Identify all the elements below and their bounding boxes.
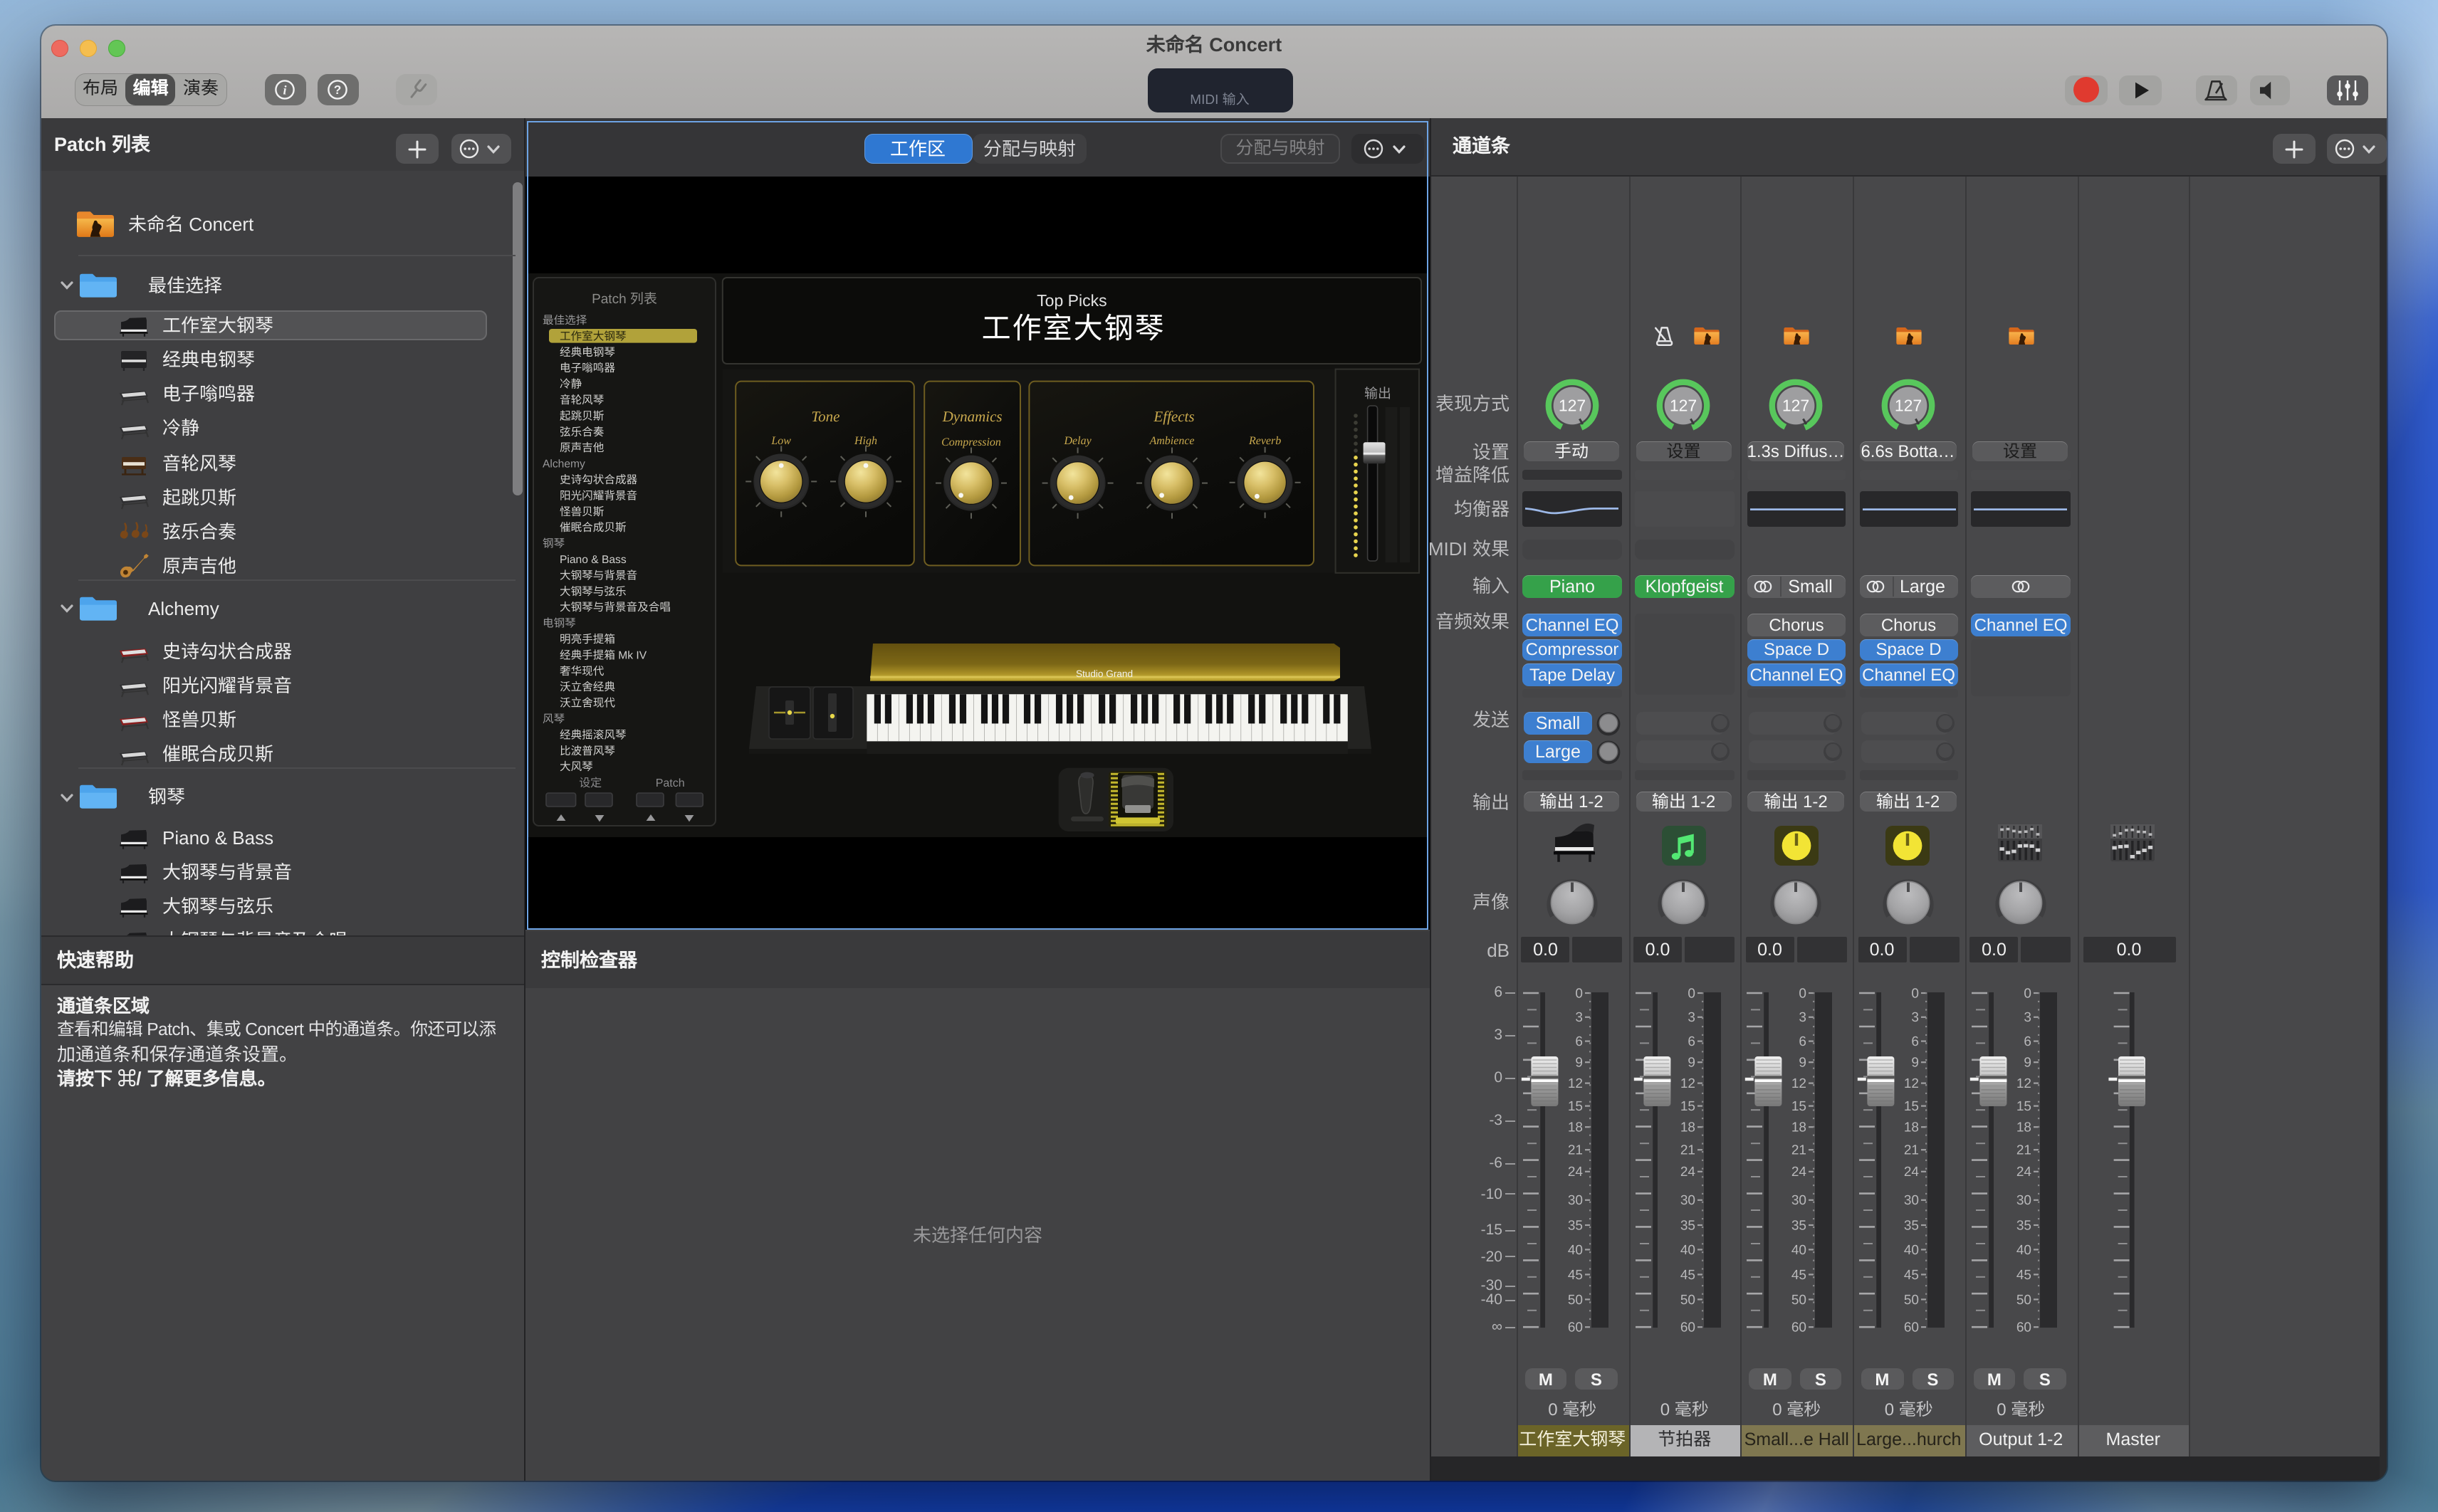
svg-text:60: 60 [2016, 1321, 2031, 1336]
svg-text:3: 3 [1799, 1010, 1807, 1026]
svg-text:i: i [283, 83, 288, 97]
svg-text:24: 24 [2016, 1165, 2031, 1180]
svg-text:35: 35 [1567, 1218, 1582, 1234]
svg-text:12: 12 [1680, 1076, 1695, 1092]
svg-text:21: 21 [1680, 1143, 1695, 1159]
svg-text:40: 40 [1680, 1243, 1695, 1259]
svg-text:24: 24 [1904, 1165, 1919, 1180]
svg-text:3: 3 [1575, 1010, 1583, 1026]
svg-text:15: 15 [1567, 1099, 1582, 1115]
svg-text:9: 9 [2024, 1056, 2031, 1071]
svg-text:9: 9 [1575, 1056, 1583, 1071]
svg-text:45: 45 [1791, 1268, 1806, 1283]
svg-text:60: 60 [1567, 1321, 1582, 1336]
svg-text:18: 18 [1904, 1120, 1919, 1136]
svg-text:127: 127 [1782, 398, 1809, 415]
svg-text:30: 30 [1904, 1193, 1919, 1209]
svg-text:35: 35 [2016, 1218, 2031, 1234]
svg-text:3: 3 [2024, 1010, 2031, 1026]
svg-text:9: 9 [1799, 1056, 1807, 1071]
svg-text:21: 21 [1567, 1143, 1582, 1159]
svg-text:60: 60 [1904, 1321, 1919, 1336]
svg-text:30: 30 [1567, 1193, 1582, 1209]
svg-text:35: 35 [1680, 1218, 1695, 1234]
svg-text:6: 6 [1799, 1034, 1807, 1050]
svg-text:21: 21 [1791, 1143, 1806, 1159]
svg-text:50: 50 [1567, 1293, 1582, 1308]
svg-text:6: 6 [1687, 1034, 1695, 1050]
svg-text:50: 50 [1904, 1293, 1919, 1308]
svg-text:40: 40 [1904, 1243, 1919, 1259]
svg-text:6: 6 [1911, 1034, 1919, 1050]
svg-text:0: 0 [1799, 986, 1807, 1002]
svg-text:24: 24 [1791, 1165, 1806, 1180]
svg-text:18: 18 [1791, 1120, 1806, 1136]
svg-text:0: 0 [2024, 986, 2031, 1002]
svg-text:50: 50 [1791, 1293, 1806, 1308]
svg-text:60: 60 [1680, 1321, 1695, 1336]
svg-text:50: 50 [1680, 1293, 1695, 1308]
svg-text:6: 6 [2024, 1034, 2031, 1050]
svg-text:40: 40 [1567, 1243, 1582, 1259]
svg-text:21: 21 [2016, 1143, 2031, 1159]
svg-text:45: 45 [1567, 1268, 1582, 1283]
svg-text:24: 24 [1680, 1165, 1695, 1180]
svg-text:0: 0 [1575, 986, 1583, 1002]
svg-text:15: 15 [1791, 1099, 1806, 1115]
svg-text:15: 15 [1680, 1099, 1695, 1115]
svg-text:30: 30 [1791, 1193, 1806, 1209]
svg-text:12: 12 [1904, 1076, 1919, 1092]
svg-text:127: 127 [1670, 398, 1697, 415]
svg-text:127: 127 [1895, 398, 1922, 415]
svg-text:9: 9 [1687, 1056, 1695, 1071]
svg-text:0: 0 [1687, 986, 1695, 1002]
svg-text:9: 9 [1911, 1056, 1919, 1071]
svg-text:6: 6 [1575, 1034, 1583, 1050]
svg-text:18: 18 [1680, 1120, 1695, 1136]
svg-text:40: 40 [1791, 1243, 1806, 1259]
svg-text:18: 18 [2016, 1120, 2031, 1136]
svg-text:15: 15 [2016, 1099, 2031, 1115]
svg-text:40: 40 [2016, 1243, 2031, 1259]
svg-text:24: 24 [1567, 1165, 1582, 1180]
svg-text:45: 45 [2016, 1268, 2031, 1283]
svg-text:15: 15 [1904, 1099, 1919, 1115]
svg-text:30: 30 [1680, 1193, 1695, 1209]
svg-text:30: 30 [2016, 1193, 2031, 1209]
svg-text:12: 12 [1567, 1076, 1582, 1092]
svg-text:60: 60 [1791, 1321, 1806, 1336]
svg-text:18: 18 [1567, 1120, 1582, 1136]
svg-text:12: 12 [2016, 1076, 2031, 1092]
svg-text:?: ? [334, 82, 342, 96]
svg-text:45: 45 [1904, 1268, 1919, 1283]
svg-text:21: 21 [1904, 1143, 1919, 1159]
svg-text:0: 0 [1911, 986, 1919, 1002]
svg-text:3: 3 [1687, 1010, 1695, 1026]
svg-text:50: 50 [2016, 1293, 2031, 1308]
svg-text:12: 12 [1791, 1076, 1806, 1092]
svg-text:3: 3 [1911, 1010, 1919, 1026]
svg-text:35: 35 [1904, 1218, 1919, 1234]
svg-text:35: 35 [1791, 1218, 1806, 1234]
svg-text:127: 127 [1558, 398, 1585, 415]
svg-text:45: 45 [1680, 1268, 1695, 1283]
